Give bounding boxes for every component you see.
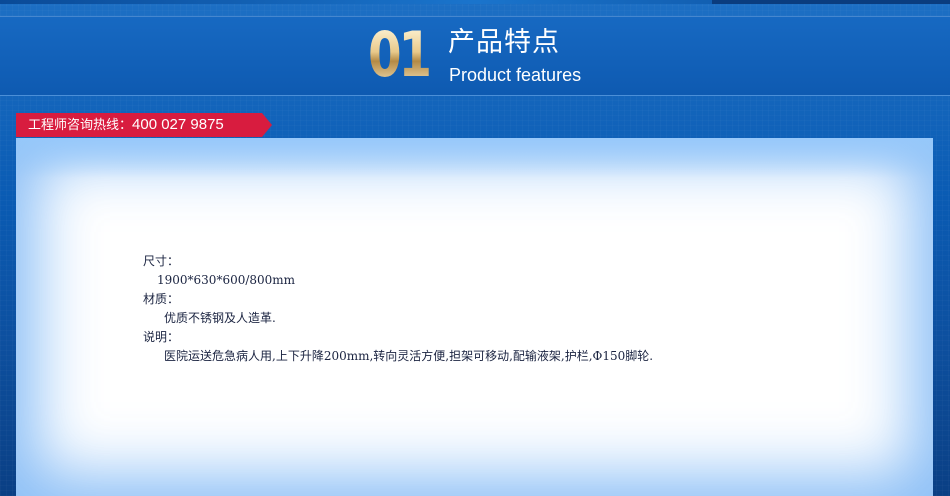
description-value: 医院运送危急病人用,上下升降200mm,转向灵活方便,担架可移动,配输液架,护栏… xyxy=(164,349,654,363)
material-value: 优质不锈钢及人造革. xyxy=(164,311,276,325)
size-label: 尺寸： xyxy=(143,254,180,268)
section-title-en: Product features xyxy=(449,65,582,85)
top-accent-bar xyxy=(712,0,950,4)
size-value: 1900*630*600/800mm xyxy=(157,273,296,287)
material-label: 材质： xyxy=(143,292,180,306)
section-title-cn: 产品特点 xyxy=(448,27,560,58)
description-label: 说明： xyxy=(143,330,180,344)
product-specs: 尺寸： 1900*630*600/800mm 材质： 优质不锈钢及人造革. 说明… xyxy=(143,252,653,366)
hotline-label: 工程师咨询热线： xyxy=(28,118,133,133)
section-number: 01 xyxy=(368,18,432,91)
hotline-number: 400 027 9875 xyxy=(132,116,224,133)
hotline-banner: 工程师咨询热线：400 027 9875 xyxy=(16,113,272,137)
